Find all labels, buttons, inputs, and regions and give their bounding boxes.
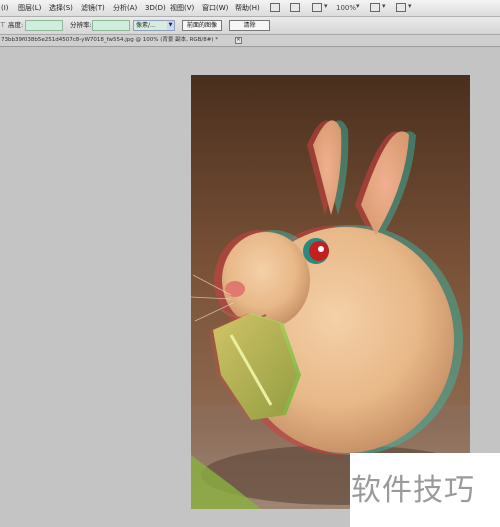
- height-label: 高度:: [8, 21, 24, 29]
- view-extras-icon[interactable]: [312, 3, 322, 12]
- front-image-button[interactable]: 前面的图像: [182, 20, 222, 31]
- chevron-down-icon: ▼: [167, 21, 174, 30]
- menu-analysis[interactable]: 分析(A): [113, 0, 137, 16]
- close-icon[interactable]: ✕: [235, 37, 242, 44]
- menu-image[interactable]: (I): [1, 0, 9, 16]
- clear-button[interactable]: 清除: [229, 20, 270, 31]
- menu-view[interactable]: 视图(V): [170, 0, 194, 16]
- menu-help[interactable]: 帮助(H): [235, 0, 260, 16]
- resolution-unit-value: 像素/...: [136, 22, 156, 29]
- arrange-caret-icon[interactable]: ▾: [382, 2, 386, 10]
- tool-marker: ⊤: [0, 21, 6, 29]
- menu-select[interactable]: 选择(S): [49, 0, 73, 16]
- menu-filter[interactable]: 滤镜(T): [81, 0, 105, 16]
- options-bar: ⊤ 高度: 分辨率: 像素/... ▼ 前面的图像 清除: [0, 17, 500, 35]
- screen-mode-icon[interactable]: [396, 3, 406, 12]
- menu-window[interactable]: 窗口(W): [202, 0, 228, 16]
- menu-3d[interactable]: 3D(D): [145, 0, 166, 16]
- rabbit-photo-image: [191, 75, 470, 509]
- view-extras-caret-icon[interactable]: ▾: [324, 2, 328, 10]
- zoom-caret-icon[interactable]: ▾: [356, 2, 360, 10]
- arrange-documents-icon[interactable]: [370, 3, 380, 12]
- height-field[interactable]: [25, 20, 63, 31]
- watermark-text: 软件技巧: [351, 473, 475, 508]
- resolution-field[interactable]: [92, 20, 130, 31]
- bridge-icon[interactable]: [270, 3, 280, 12]
- rabbit-photo[interactable]: [191, 75, 470, 509]
- menu-layer[interactable]: 图层(L): [18, 0, 41, 16]
- screen-mode-caret-icon[interactable]: ▾: [408, 2, 412, 10]
- mini-bridge-icon[interactable]: [290, 3, 300, 12]
- document-tab[interactable]: 73bb39f038b5e251d4507c8-yW7018_fw554.jpg…: [0, 35, 500, 47]
- menu-bar: (I) 图层(L) 选择(S) 滤镜(T) 分析(A) 3D(D) 视图(V) …: [0, 0, 500, 17]
- resolution-unit-select[interactable]: 像素/... ▼: [133, 20, 175, 31]
- resolution-label: 分辨率:: [70, 21, 92, 29]
- zoom-level[interactable]: 100%: [336, 2, 356, 14]
- document-tab-title: 73bb39f038b5e251d4507c8-yW7018_fw554.jpg…: [1, 37, 219, 43]
